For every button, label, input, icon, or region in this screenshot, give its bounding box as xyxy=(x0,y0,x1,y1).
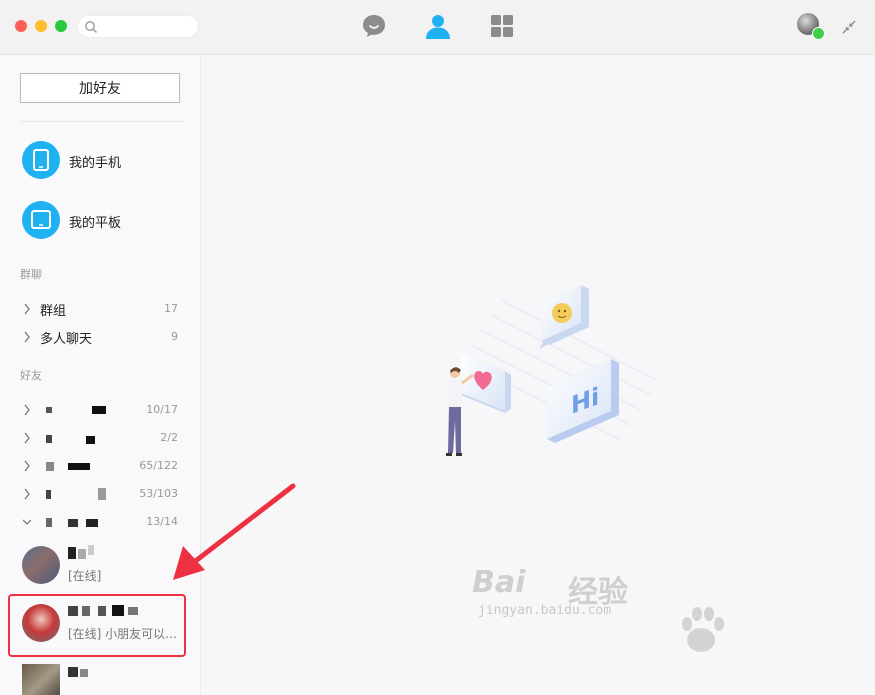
contacts-sidebar: 加好友 我的手机 我的平板 群聊 群组 17 多人聊天 9 好友 10/17 2… xyxy=(0,55,201,695)
collapse-icon[interactable] xyxy=(840,18,858,36)
add-friend-button[interactable]: 加好友 xyxy=(20,73,180,103)
friend-group-row[interactable]: 10/17 xyxy=(20,400,180,420)
group-row-multichat[interactable]: 多人聊天 9 xyxy=(20,327,180,347)
friend-group-row[interactable]: 65/122 xyxy=(20,456,180,476)
minimize-window-button[interactable] xyxy=(35,20,47,32)
group-count: 9 xyxy=(171,330,178,343)
friend-group-row[interactable]: 2/2 xyxy=(20,428,180,448)
apps-icon[interactable] xyxy=(488,12,516,40)
contact-item[interactable]: [在线] xyxy=(10,539,188,599)
baidu-paw-icon xyxy=(682,607,724,652)
group-label: 多人聊天 xyxy=(40,332,93,347)
group-count: 17 xyxy=(164,302,178,315)
group-label: 群组 xyxy=(40,304,67,319)
obscured-name xyxy=(46,435,95,444)
chevron-down-icon xyxy=(23,519,31,525)
group-row-groups[interactable]: 群组 17 xyxy=(20,299,180,319)
search-icon xyxy=(85,21,98,34)
chat-icon[interactable] xyxy=(360,12,388,40)
chevron-right-icon xyxy=(24,303,30,315)
obscured-name xyxy=(68,545,94,559)
chevron-right-icon xyxy=(24,331,30,343)
obscured-name xyxy=(46,462,90,471)
tablet-icon xyxy=(22,201,60,239)
zoom-window-button[interactable] xyxy=(55,20,67,32)
online-status-icon xyxy=(812,27,825,40)
obscured-name xyxy=(46,518,98,527)
title-bar xyxy=(0,0,875,55)
group-count: 10/17 xyxy=(146,403,178,416)
hi-illustration: Hi xyxy=(446,285,657,456)
red-arrow-annotation xyxy=(173,483,296,580)
avatar xyxy=(22,546,60,584)
watermark-brand: Bai xyxy=(472,565,526,600)
chevron-right-icon xyxy=(24,404,30,416)
device-item-phone[interactable]: 我的手机 xyxy=(22,141,192,181)
obscured-name xyxy=(46,488,106,500)
highlight-annotation xyxy=(8,594,186,657)
chevron-right-icon xyxy=(24,488,30,500)
section-title-friends: 好友 xyxy=(20,369,42,382)
device-item-tablet[interactable]: 我的平板 xyxy=(22,201,192,241)
group-count: 2/2 xyxy=(160,431,178,444)
obscured-name xyxy=(68,667,88,677)
group-count: 65/122 xyxy=(139,459,178,472)
device-label: 我的手机 xyxy=(69,156,122,171)
divider xyxy=(20,121,183,122)
chevron-right-icon xyxy=(24,460,30,472)
device-label: 我的平板 xyxy=(69,216,122,231)
contact-status: [在线] xyxy=(68,569,102,583)
search-input[interactable] xyxy=(102,18,196,37)
main-empty-pane: Hi xyxy=(201,55,875,695)
contact-item[interactable] xyxy=(10,657,188,695)
friend-group-row[interactable]: 53/103 xyxy=(20,484,180,504)
section-title-group-chats: 群聊 xyxy=(20,268,42,281)
phone-icon xyxy=(22,141,60,179)
chevron-right-icon xyxy=(24,432,30,444)
close-window-button[interactable] xyxy=(15,20,27,32)
search-box[interactable] xyxy=(77,15,199,38)
friend-group-row-expanded[interactable]: 13/14 xyxy=(20,512,180,532)
watermark-site: jingyan.baidu.com xyxy=(478,603,612,618)
contacts-icon[interactable] xyxy=(424,12,452,40)
obscured-name xyxy=(46,406,106,414)
avatar xyxy=(22,664,60,695)
